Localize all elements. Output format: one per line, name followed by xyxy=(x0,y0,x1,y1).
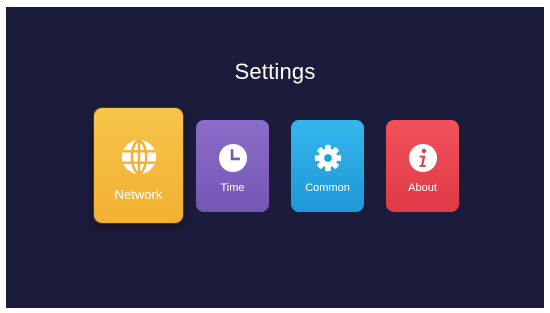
gear-icon xyxy=(314,144,341,172)
settings-screen: Settings Network Time Common About xyxy=(6,7,544,308)
clock-icon xyxy=(218,143,247,173)
about-tile[interactable]: About xyxy=(386,120,459,212)
network-tile[interactable]: Network xyxy=(94,108,183,223)
common-label: Common xyxy=(305,182,350,194)
network-label: Network xyxy=(114,187,163,202)
time-tile[interactable]: Time xyxy=(196,120,269,212)
globe-icon xyxy=(121,139,156,175)
time-label: Time xyxy=(220,182,245,194)
page-title: Settings xyxy=(234,59,316,84)
info-icon xyxy=(408,143,437,173)
about-label: About xyxy=(408,182,437,194)
common-tile[interactable]: Common xyxy=(291,120,364,212)
